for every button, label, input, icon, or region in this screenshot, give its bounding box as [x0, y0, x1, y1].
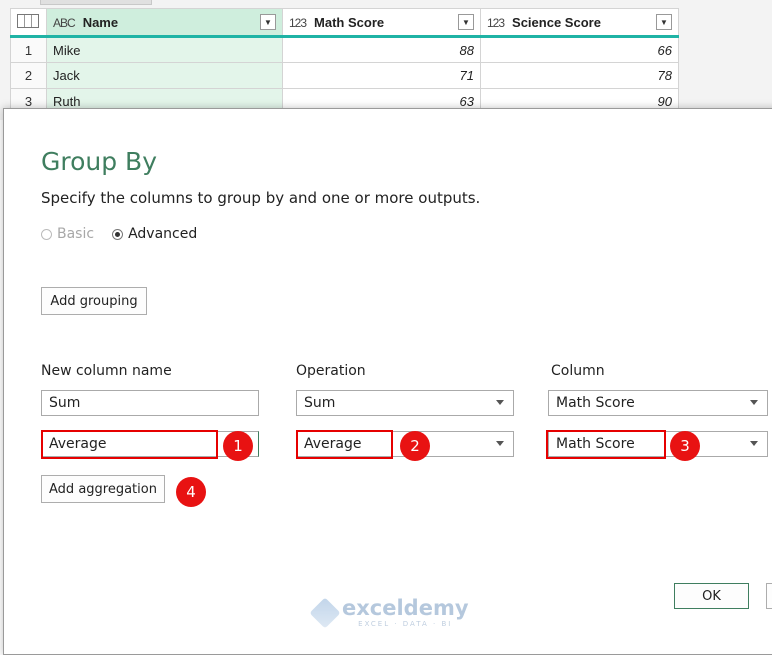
dialog-subtitle: Specify the columns to group by and one … [41, 189, 481, 207]
number-type-icon[interactable]: 123 [289, 16, 307, 30]
column-select-1[interactable]: Math Score [548, 390, 768, 416]
step-badge-2: 2 [400, 431, 430, 461]
mode-radio-group: Basic Advanced [41, 226, 197, 242]
row-number[interactable]: 2 [10, 62, 47, 89]
column-header-label: Science Score [512, 14, 601, 30]
ok-button[interactable]: OK [674, 583, 749, 609]
watermark-text: exceldemy EXCEL · DATA · BI [342, 598, 469, 628]
column-header-label: Name [82, 14, 119, 30]
chevron-down-icon[interactable] [496, 400, 504, 405]
cell-science-score[interactable]: 78 [480, 62, 679, 89]
radio-advanced-label: Advanced [128, 226, 198, 242]
column-header: Column [551, 363, 605, 379]
table-row: 2 Jack 71 78 [10, 62, 679, 89]
filter-dropdown-icon[interactable]: ▼ [458, 14, 474, 30]
exceldemy-logo-icon [309, 597, 341, 629]
highlight-box-operation [296, 430, 393, 459]
step-badge-1: 1 [223, 431, 253, 461]
radio-basic-label: Basic [57, 226, 95, 242]
cancel-button[interactable] [766, 583, 772, 609]
grid-header-row: ABC Name ▼ 123 Math Score ▼ 123 Science Sco… [10, 8, 679, 38]
cell-name[interactable]: Mike [46, 36, 283, 63]
new-column-name-header: New column name [41, 363, 172, 379]
step-badge-3: 3 [670, 431, 700, 461]
add-grouping-button[interactable]: Add grouping [41, 287, 147, 315]
cell-math-score[interactable]: 71 [282, 62, 481, 89]
column-select-value: Math Score [556, 395, 635, 411]
column-header-science-score[interactable]: 123 Science Score ▼ [480, 8, 679, 38]
cell-math-score[interactable]: 88 [282, 36, 481, 63]
number-type-icon[interactable]: 123 [487, 16, 505, 30]
watermark-name: exceldemy [342, 596, 469, 620]
table-menu-cell[interactable] [10, 8, 47, 38]
filter-dropdown-icon[interactable]: ▼ [260, 14, 276, 30]
new-column-name-input-1[interactable]: Sum [41, 390, 259, 416]
table-icon[interactable] [17, 13, 39, 28]
dialog-title: Group By [41, 147, 158, 176]
group-by-dialog: Group By Specify the columns to group by… [3, 108, 772, 655]
query-tab[interactable] [40, 0, 152, 5]
operation-select-1[interactable]: Sum [296, 390, 514, 416]
column-header-name[interactable]: ABC Name ▼ [46, 8, 283, 38]
step-badge-4: 4 [176, 477, 206, 507]
operation-header: Operation [296, 363, 366, 379]
add-aggregation-button[interactable]: Add aggregation [41, 475, 165, 503]
radio-advanced[interactable]: Advanced [112, 226, 197, 242]
watermark-tagline: EXCEL · DATA · BI [358, 620, 453, 628]
table-row: 1 Mike 88 66 [10, 36, 679, 63]
chevron-down-icon[interactable] [750, 400, 758, 405]
cell-science-score[interactable]: 66 [480, 36, 679, 63]
chevron-down-icon[interactable] [750, 441, 758, 446]
radio-basic[interactable]: Basic [41, 226, 94, 242]
cell-name[interactable]: Jack [46, 62, 283, 89]
exceldemy-watermark: exceldemy EXCEL · DATA · BI [309, 597, 469, 629]
chevron-down-icon[interactable] [496, 441, 504, 446]
data-preview-area: ABC Name ▼ 123 Math Score ▼ 123 Science Sco… [0, 0, 772, 120]
data-grid: ABC Name ▼ 123 Math Score ▼ 123 Science Sco… [10, 8, 679, 115]
operation-select-value: Sum [304, 395, 336, 411]
radio-basic-indicator[interactable] [41, 228, 52, 240]
radio-advanced-indicator[interactable] [112, 228, 124, 240]
highlight-box-column [546, 430, 666, 459]
filter-dropdown-icon[interactable]: ▼ [656, 14, 672, 30]
column-header-label: Math Score [314, 14, 385, 30]
column-header-math-score[interactable]: 123 Math Score ▼ [282, 8, 481, 38]
highlight-box-name [41, 430, 218, 459]
text-type-icon[interactable]: ABC [53, 16, 76, 30]
row-number[interactable]: 1 [10, 36, 47, 63]
